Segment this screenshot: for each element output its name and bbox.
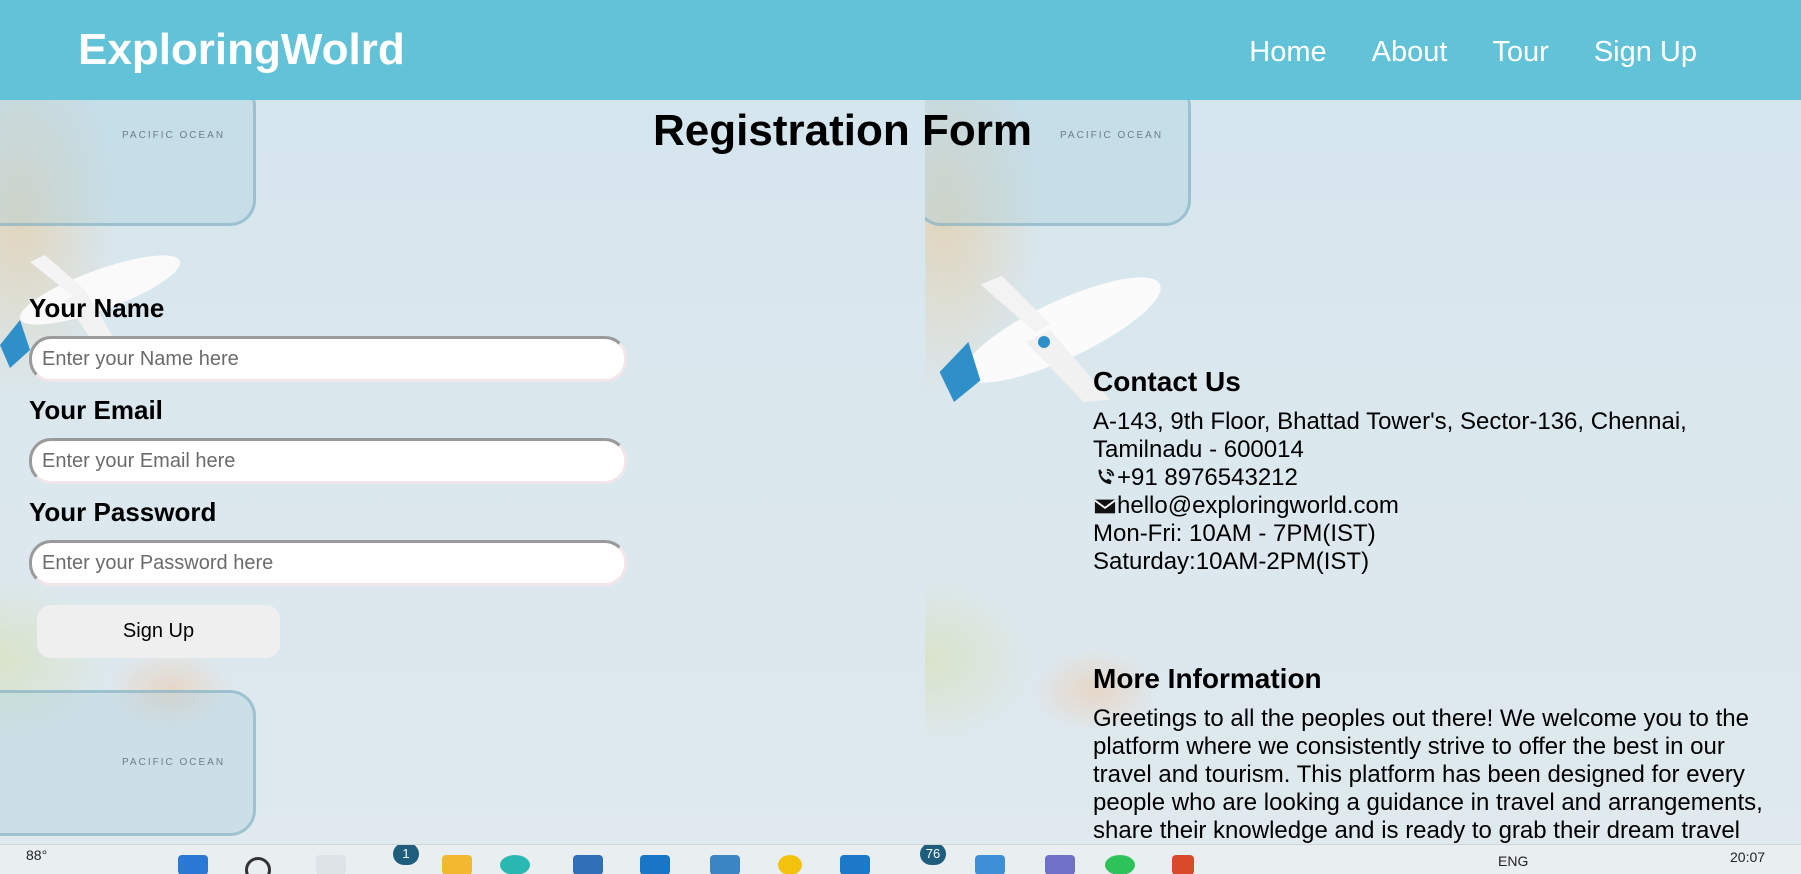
- more-info-text: Greetings to all the peoples out there! …: [1093, 705, 1763, 844]
- spotify-icon[interactable]: [1105, 855, 1135, 874]
- email-label: Your Email: [29, 395, 163, 425]
- brand-logo[interactable]: ExploringWolrd: [78, 25, 405, 75]
- name-input[interactable]: [29, 336, 627, 382]
- nav-home-link[interactable]: Home: [1249, 36, 1326, 69]
- nav-signup-link[interactable]: Sign Up: [1594, 36, 1697, 69]
- contact-phone: +91 8976543212: [1117, 464, 1298, 491]
- nav-tour-link[interactable]: Tour: [1492, 36, 1548, 69]
- search-icon[interactable]: [245, 857, 271, 874]
- notification-badge: 1: [393, 845, 419, 865]
- task-view-icon[interactable]: [316, 855, 346, 874]
- start-menu-icon[interactable]: [178, 855, 208, 874]
- envelope-icon: [1094, 499, 1116, 514]
- nav-about-link[interactable]: About: [1372, 36, 1448, 69]
- vscode-icon[interactable]: [840, 855, 870, 874]
- app-icon[interactable]: [975, 855, 1005, 874]
- weather-widget[interactable]: 88°: [26, 847, 47, 863]
- contact-address: A-143, 9th Floor, Bhattad Tower's, Secto…: [1093, 408, 1687, 463]
- contact-phone-row: +91 8976543212: [1093, 464, 1773, 492]
- contact-heading: Contact Us: [1093, 366, 1241, 397]
- office-icon[interactable]: [1172, 855, 1194, 874]
- contact-hours-saturday: Saturday:10AM-2PM(IST): [1093, 548, 1370, 575]
- contact-email-row: hello@exploringworld.com: [1093, 492, 1773, 520]
- password-input[interactable]: [29, 540, 627, 586]
- ocean-label: PACIFIC OCEAN: [122, 757, 226, 768]
- calendar-icon[interactable]: [710, 855, 740, 874]
- contact-email[interactable]: hello@exploringworld.com: [1117, 492, 1399, 520]
- sign-up-button[interactable]: Sign Up: [37, 605, 280, 658]
- clock[interactable]: 20:07: [1730, 849, 1765, 865]
- contact-section: Contact Us A-143, 9th Floor, Bhattad Tow…: [1093, 366, 1773, 576]
- edge-icon[interactable]: [778, 855, 802, 874]
- file-explorer-icon[interactable]: [442, 855, 472, 874]
- mail-icon[interactable]: [640, 855, 670, 874]
- teams-icon[interactable]: [1045, 855, 1075, 874]
- email-input[interactable]: [29, 438, 627, 484]
- notification-badge: 76: [920, 845, 946, 865]
- main-nav: Home About Tour Sign Up: [1249, 36, 1697, 69]
- more-info-section: More Information Greetings to all the pe…: [1093, 663, 1783, 845]
- language-indicator[interactable]: ENG: [1498, 853, 1528, 869]
- name-label: Your Name: [29, 293, 165, 323]
- more-info-heading: More Information: [1093, 663, 1322, 694]
- site-header: ExploringWolrd Home About Tour Sign Up: [0, 0, 1801, 100]
- phone-icon: [1098, 468, 1115, 485]
- password-label: Your Password: [29, 497, 217, 527]
- browser-icon[interactable]: [500, 855, 530, 874]
- contact-hours-weekday: Mon-Fri: 10AM - 7PM(IST): [1093, 520, 1376, 547]
- page-title: Registration Form: [653, 106, 1032, 155]
- os-taskbar: 88° 1 76 ENG 20:07: [0, 844, 1801, 874]
- store-icon[interactable]: [573, 855, 603, 874]
